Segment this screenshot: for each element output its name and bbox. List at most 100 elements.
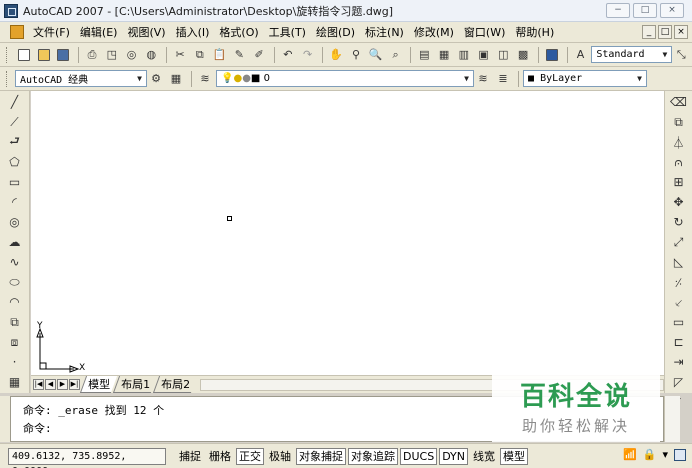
properties-icon[interactable]: ▤: [415, 46, 433, 64]
rectangle-icon[interactable]: ▭: [6, 173, 24, 191]
arc-icon[interactable]: ◜: [6, 193, 24, 211]
command-window-grip[interactable]: [0, 396, 10, 442]
minimize-button[interactable]: −: [606, 3, 630, 18]
rotate-icon[interactable]: ↻: [670, 213, 688, 231]
maximize-button[interactable]: □: [633, 3, 657, 18]
layer-manager-icon[interactable]: ≋: [196, 70, 214, 88]
open-file-icon[interactable]: [35, 46, 53, 64]
clean-screen-icon[interactable]: [674, 448, 686, 461]
status-toggle-6[interactable]: DUCS: [400, 447, 438, 465]
menu-window[interactable]: 窗口(W): [459, 24, 510, 40]
doc-minimize-button[interactable]: _: [642, 25, 656, 39]
menu-dimension[interactable]: 标注(N): [360, 24, 409, 40]
print-icon[interactable]: ⎙: [83, 46, 101, 64]
make-block-icon[interactable]: ⧈: [6, 333, 24, 351]
save-workspace-icon[interactable]: ▦: [167, 70, 185, 88]
ellipse-icon[interactable]: ⬭: [6, 273, 24, 291]
toolbar-grip[interactable]: [6, 46, 9, 63]
move-icon[interactable]: ✥: [670, 193, 688, 211]
stretch-icon[interactable]: ◺: [670, 253, 688, 271]
trim-icon[interactable]: ⸓: [670, 273, 688, 291]
ellipse-arc-icon[interactable]: ◠: [6, 293, 24, 311]
menu-insert[interactable]: 插入(I): [171, 24, 215, 40]
menu-edit[interactable]: 编辑(E): [75, 24, 123, 40]
copy-object-icon[interactable]: ⧉: [670, 113, 688, 131]
make-current-layer-icon[interactable]: ≋: [474, 70, 492, 88]
block-editor-icon[interactable]: ✐: [250, 46, 268, 64]
publish-icon[interactable]: ◎: [123, 46, 141, 64]
tab-model[interactable]: 模型: [79, 376, 118, 393]
menu-format[interactable]: 格式(O): [214, 24, 263, 40]
array-icon[interactable]: ⊞: [670, 173, 688, 191]
last-tab-icon[interactable]: ▶|: [69, 379, 80, 390]
dimension-style-icon[interactable]: ⤡: [672, 46, 690, 64]
status-toggle-5[interactable]: 对象追踪: [348, 447, 398, 465]
status-menu-icon[interactable]: ▾: [662, 448, 668, 461]
status-toggle-1[interactable]: 栅格: [206, 448, 234, 465]
break-icon[interactable]: ⊏: [670, 333, 688, 351]
pan-icon[interactable]: ✋: [327, 46, 345, 64]
scale-icon[interactable]: ⤢: [670, 233, 688, 251]
line-icon[interactable]: ╱: [6, 93, 24, 111]
text-style-select[interactable]: Standard ▼: [591, 46, 673, 63]
menu-draw[interactable]: 绘图(D): [311, 24, 360, 40]
3d-dwf-icon[interactable]: ◍: [142, 46, 160, 64]
break-at-point-icon[interactable]: ▭: [670, 313, 688, 331]
status-toggle-4[interactable]: 对象捕捉: [296, 447, 346, 465]
menu-help[interactable]: 帮助(H): [510, 24, 559, 40]
join-icon[interactable]: ⇥: [670, 353, 688, 371]
close-button[interactable]: ×: [660, 3, 684, 18]
communication-center-icon[interactable]: 📶: [623, 448, 637, 461]
first-tab-icon[interactable]: |◀: [33, 379, 44, 390]
status-toggle-0[interactable]: 捕捉: [176, 448, 204, 465]
color-select[interactable]: ■ ByLayer ▼: [523, 70, 647, 87]
calculator-icon[interactable]: ▩: [514, 46, 532, 64]
new-file-icon[interactable]: [15, 46, 33, 64]
spline-icon[interactable]: ∿: [6, 253, 24, 271]
zoom-window-icon[interactable]: 🔍: [367, 46, 385, 64]
undo-icon[interactable]: ↶: [279, 46, 297, 64]
save-icon[interactable]: [54, 46, 72, 64]
construction-line-icon[interactable]: ⟋: [6, 113, 24, 131]
menu-modify[interactable]: 修改(M): [409, 24, 459, 40]
next-tab-icon[interactable]: ▶: [57, 379, 68, 390]
paste-icon[interactable]: 📋: [211, 46, 229, 64]
chamfer-icon[interactable]: ◸: [670, 373, 688, 391]
menu-file[interactable]: 文件(F): [28, 24, 75, 40]
drawing-canvas[interactable]: Y X: [31, 91, 664, 375]
toolbar-grip[interactable]: [6, 70, 9, 87]
erase-icon[interactable]: ⌫: [670, 93, 688, 111]
preview-icon[interactable]: ◳: [103, 46, 121, 64]
tab-layout1[interactable]: 布局1: [112, 376, 158, 393]
markup-icon[interactable]: ◫: [494, 46, 512, 64]
layer-select[interactable]: 💡●●■ 0 ▼: [216, 70, 474, 87]
menu-tools[interactable]: 工具(T): [264, 24, 311, 40]
status-toggle-9[interactable]: 模型: [500, 447, 529, 465]
menu-view[interactable]: 视图(V): [122, 24, 170, 40]
status-toggle-7[interactable]: DYN: [439, 447, 469, 465]
design-center-icon[interactable]: ▦: [435, 46, 453, 64]
circle-icon[interactable]: ◎: [6, 213, 24, 231]
sheet-set-icon[interactable]: ▣: [475, 46, 493, 64]
status-toggle-2[interactable]: 正交: [236, 447, 264, 465]
copy-icon[interactable]: ⧉: [191, 46, 209, 64]
revision-cloud-icon[interactable]: ☁: [6, 233, 24, 251]
match-properties-icon[interactable]: ✎: [230, 46, 248, 64]
prev-tab-icon[interactable]: ◀: [45, 379, 56, 390]
layer-previous-icon[interactable]: ≣: [494, 70, 512, 88]
insert-block-icon[interactable]: ⧉: [6, 313, 24, 331]
lock-icon[interactable]: 🔒: [643, 448, 657, 461]
coordinate-readout[interactable]: 409.6132, 735.8952, 0.0000: [8, 447, 166, 468]
workspace-settings-icon[interactable]: ⚙: [147, 70, 165, 88]
status-toggle-3[interactable]: 极轴: [266, 448, 294, 465]
point-icon[interactable]: ·: [6, 353, 24, 371]
offset-icon[interactable]: ⩀: [670, 153, 688, 171]
zoom-previous-icon[interactable]: ⌕: [387, 46, 405, 64]
extend-icon[interactable]: ⸔: [670, 293, 688, 311]
document-icon[interactable]: [10, 25, 24, 39]
polygon-icon[interactable]: ⬠: [6, 153, 24, 171]
text-style-icon[interactable]: A: [572, 46, 590, 64]
tab-layout2[interactable]: 布局2: [152, 376, 198, 393]
mirror-icon[interactable]: ⏃: [670, 133, 688, 151]
status-toggle-8[interactable]: 线宽: [470, 448, 498, 465]
